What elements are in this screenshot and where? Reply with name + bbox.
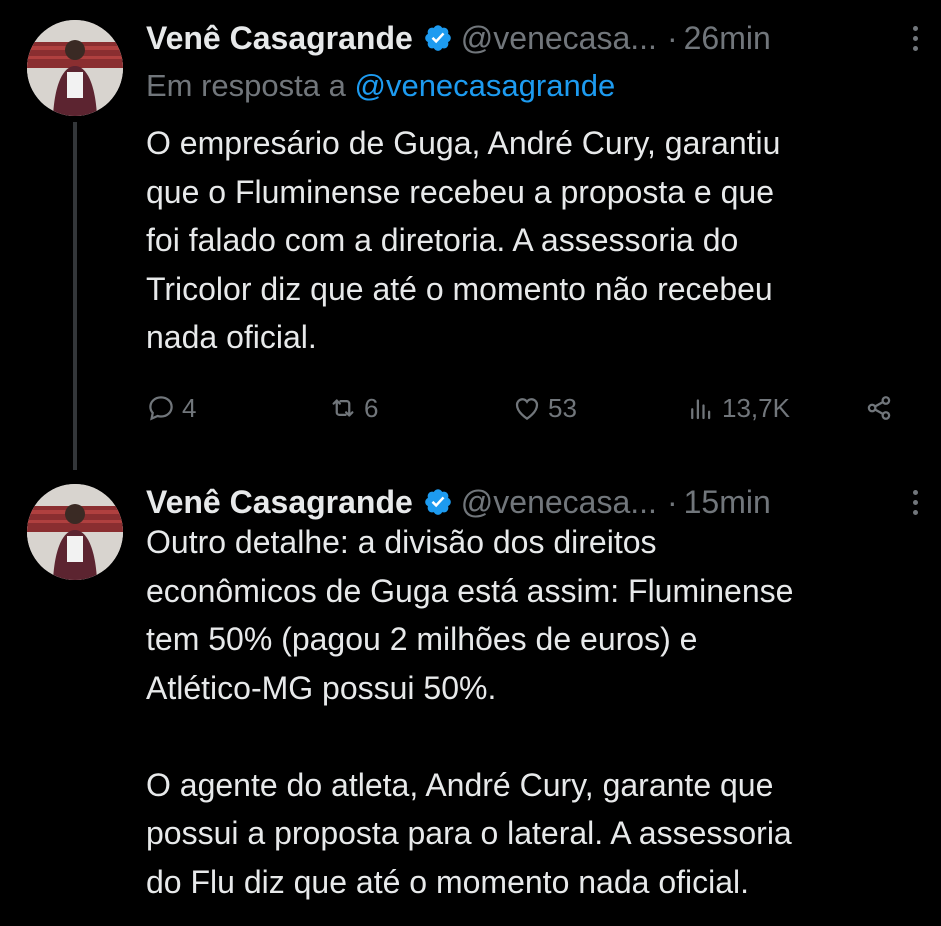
share-button[interactable]: [864, 388, 900, 428]
tweet-text: Outro detalhe: a divisão dos direitos ec…: [146, 524, 794, 900]
thread-connector-line: [73, 122, 77, 470]
retweet-icon: [332, 399, 354, 417]
share-icon: [867, 396, 891, 420]
reply-context: Em resposta a @venecasagrande: [146, 68, 615, 104]
tweet-2[interactable]: Venê Casagrande @venecasa... · 15min Out…: [0, 470, 941, 926]
like-button[interactable]: 53: [512, 388, 577, 428]
views-button[interactable]: 13,7K: [686, 388, 790, 428]
separator-dot: ·: [666, 483, 678, 520]
reply-prefix: Em resposta a: [146, 68, 355, 103]
author-name[interactable]: Venê Casagrande: [146, 20, 413, 57]
heart-icon: [515, 398, 539, 420]
tweet-1[interactable]: Venê Casagrande @venecasa... · 26min Em …: [0, 0, 941, 470]
retweet-button[interactable]: 6: [328, 388, 378, 428]
reply-mention-link[interactable]: @venecasagrande: [354, 68, 615, 103]
author-handle[interactable]: @venecasa...: [461, 484, 657, 521]
author-handle[interactable]: @venecasa...: [461, 20, 657, 57]
tweet-header: Venê Casagrande @venecasa... · 26min: [146, 16, 925, 60]
views-chart-icon: [691, 399, 711, 420]
tweet-text: O empresário de Guga, André Cury, garant…: [146, 125, 781, 355]
avatar-photo: [27, 484, 123, 580]
like-count: 53: [548, 392, 577, 423]
verified-badge-icon: [424, 489, 451, 515]
reply-button[interactable]: 4: [146, 388, 196, 428]
more-options-icon[interactable]: [905, 484, 925, 520]
avatar[interactable]: [27, 20, 123, 116]
verified-badge-icon: [424, 25, 451, 51]
timestamp[interactable]: 26min: [684, 20, 771, 57]
view-count: 13,7K: [722, 392, 790, 423]
retweet-count: 6: [364, 392, 379, 423]
more-options-icon[interactable]: [905, 20, 925, 56]
timestamp[interactable]: 15min: [684, 484, 771, 521]
avatar-photo: [27, 20, 123, 116]
author-name[interactable]: Venê Casagrande: [146, 484, 413, 521]
reply-icon: [149, 396, 173, 421]
avatar[interactable]: [27, 484, 123, 580]
tweet-actions: 4 6 53 13,7K: [146, 388, 906, 428]
reply-count: 4: [182, 392, 197, 423]
separator-dot: ·: [666, 19, 678, 56]
